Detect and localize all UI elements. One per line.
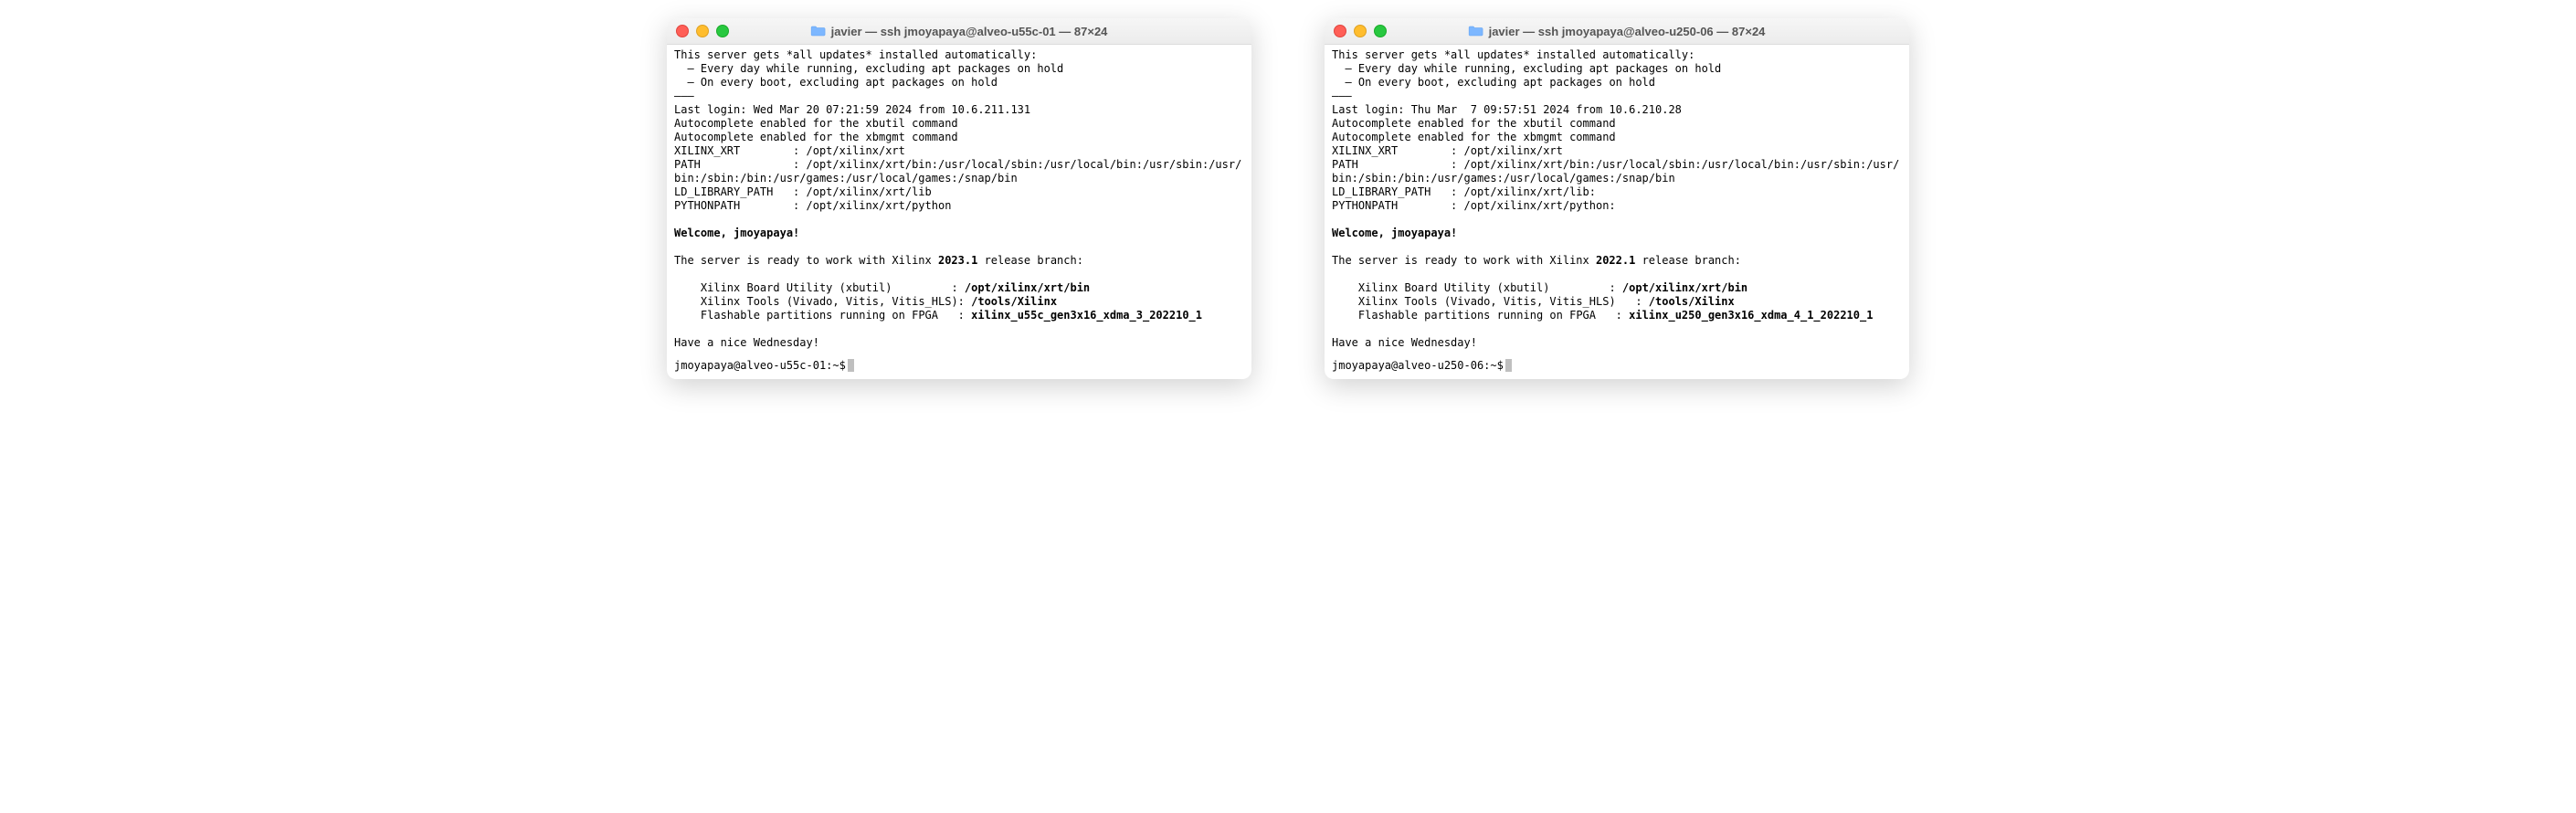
flash-partition: xilinx_u55c_gen3x16_xdma_3_202210_1 xyxy=(971,309,1202,322)
window-titlebar: javier — ssh jmoyapaya@alveo-u250-06 — 8… xyxy=(1325,18,1909,45)
zoom-button[interactable] xyxy=(716,25,729,37)
shell-prompt: jmoyapaya@alveo-u55c-01:~$ xyxy=(674,359,846,372)
minimize-button[interactable] xyxy=(696,25,709,37)
autocomplete-line: Autocomplete enabled for the xbutil comm… xyxy=(1332,117,1616,130)
traffic-lights xyxy=(1334,25,1387,37)
traffic-lights xyxy=(676,25,729,37)
xbutil-path: /opt/xilinx/xrt/bin xyxy=(965,281,1090,294)
separator: ——— xyxy=(1332,90,1352,102)
xbutil-line: Xilinx Board Utility (xbutil) : /opt/xil… xyxy=(1332,281,1747,294)
env-ld-library-path: LD_LIBRARY_PATH : /opt/xilinx/xrt/lib xyxy=(674,185,932,198)
prompt-line[interactable]: jmoyapaya@alveo-u55c-01:~$ xyxy=(667,359,1251,379)
window-title-text: javier — ssh jmoyapaya@alveo-u55c-01 — 8… xyxy=(831,25,1108,38)
prompt-line[interactable]: jmoyapaya@alveo-u250-06:~$ xyxy=(1325,359,1909,379)
tools-path: /tools/Xilinx xyxy=(1649,295,1735,308)
cursor-icon xyxy=(1505,359,1512,372)
tools-line: Xilinx Tools (Vivado, Vitis, Vitis_HLS) … xyxy=(1332,295,1735,308)
zoom-button[interactable] xyxy=(1374,25,1387,37)
terminal-output[interactable]: This server gets *all updates* installed… xyxy=(1325,45,1909,359)
flash-partition: xilinx_u250_gen3x16_xdma_4_1_202210_1 xyxy=(1629,309,1873,322)
shell-prompt: jmoyapaya@alveo-u250-06:~$ xyxy=(1332,359,1504,372)
autocomplete-line: Autocomplete enabled for the xbmgmt comm… xyxy=(674,131,958,143)
release-version: 2023.1 xyxy=(938,254,977,267)
farewell-line: Have a nice Wednesday! xyxy=(1332,336,1477,349)
terminal-window: javier — ssh jmoyapaya@alveo-u250-06 — 8… xyxy=(1325,18,1909,379)
env-xilinx-xrt: XILINX_XRT : /opt/xilinx/xrt xyxy=(1332,144,1563,157)
autocomplete-line: Autocomplete enabled for the xbutil comm… xyxy=(674,117,958,130)
tools-line: Xilinx Tools (Vivado, Vitis, Vitis_HLS):… xyxy=(674,295,1057,308)
xbutil-path: /opt/xilinx/xrt/bin xyxy=(1622,281,1747,294)
env-pythonpath: PYTHONPATH : /opt/xilinx/xrt/python: xyxy=(1332,199,1616,212)
last-login: Last login: Thu Mar 7 09:57:51 2024 from… xyxy=(1332,103,1682,116)
window-title: javier — ssh jmoyapaya@alveo-u55c-01 — 8… xyxy=(811,25,1108,38)
flash-line: Flashable partitions running on FPGA : x… xyxy=(1332,309,1873,322)
folder-icon xyxy=(1469,26,1483,37)
ready-line: The server is ready to work with Xilinx … xyxy=(674,254,1083,267)
env-path: PATH : /opt/xilinx/xrt/bin:/usr/local/sb… xyxy=(1332,158,1899,185)
separator: ——— xyxy=(674,90,694,102)
tools-path: /tools/Xilinx xyxy=(971,295,1057,308)
env-xilinx-xrt: XILINX_XRT : /opt/xilinx/xrt xyxy=(674,144,905,157)
cursor-icon xyxy=(848,359,854,372)
xbutil-line: Xilinx Board Utility (xbutil) : /opt/xil… xyxy=(674,281,1090,294)
welcome-line: Welcome, jmoyapaya! xyxy=(674,227,799,239)
motd-header: This server gets *all updates* installed… xyxy=(1332,48,1694,61)
close-button[interactable] xyxy=(676,25,689,37)
terminal-output[interactable]: This server gets *all updates* installed… xyxy=(667,45,1251,359)
motd-bullet: – Every day while running, excluding apt… xyxy=(674,62,1063,75)
env-path: PATH : /opt/xilinx/xrt/bin:/usr/local/sb… xyxy=(674,158,1241,185)
autocomplete-line: Autocomplete enabled for the xbmgmt comm… xyxy=(1332,131,1616,143)
window-titlebar: javier — ssh jmoyapaya@alveo-u55c-01 — 8… xyxy=(667,18,1251,45)
window-title-text: javier — ssh jmoyapaya@alveo-u250-06 — 8… xyxy=(1489,25,1766,38)
flash-line: Flashable partitions running on FPGA : x… xyxy=(674,309,1202,322)
last-login: Last login: Wed Mar 20 07:21:59 2024 fro… xyxy=(674,103,1030,116)
window-title: javier — ssh jmoyapaya@alveo-u250-06 — 8… xyxy=(1469,25,1766,38)
motd-bullet: – On every boot, excluding apt packages … xyxy=(1332,76,1655,89)
release-version: 2022.1 xyxy=(1596,254,1635,267)
close-button[interactable] xyxy=(1334,25,1346,37)
env-ld-library-path: LD_LIBRARY_PATH : /opt/xilinx/xrt/lib: xyxy=(1332,185,1596,198)
ready-line: The server is ready to work with Xilinx … xyxy=(1332,254,1741,267)
welcome-line: Welcome, jmoyapaya! xyxy=(1332,227,1457,239)
minimize-button[interactable] xyxy=(1354,25,1367,37)
farewell-line: Have a nice Wednesday! xyxy=(674,336,819,349)
motd-bullet: – Every day while running, excluding apt… xyxy=(1332,62,1721,75)
folder-icon xyxy=(811,26,826,37)
motd-header: This server gets *all updates* installed… xyxy=(674,48,1037,61)
env-pythonpath: PYTHONPATH : /opt/xilinx/xrt/python xyxy=(674,199,951,212)
terminal-window: javier — ssh jmoyapaya@alveo-u55c-01 — 8… xyxy=(667,18,1251,379)
motd-bullet: – On every boot, excluding apt packages … xyxy=(674,76,998,89)
